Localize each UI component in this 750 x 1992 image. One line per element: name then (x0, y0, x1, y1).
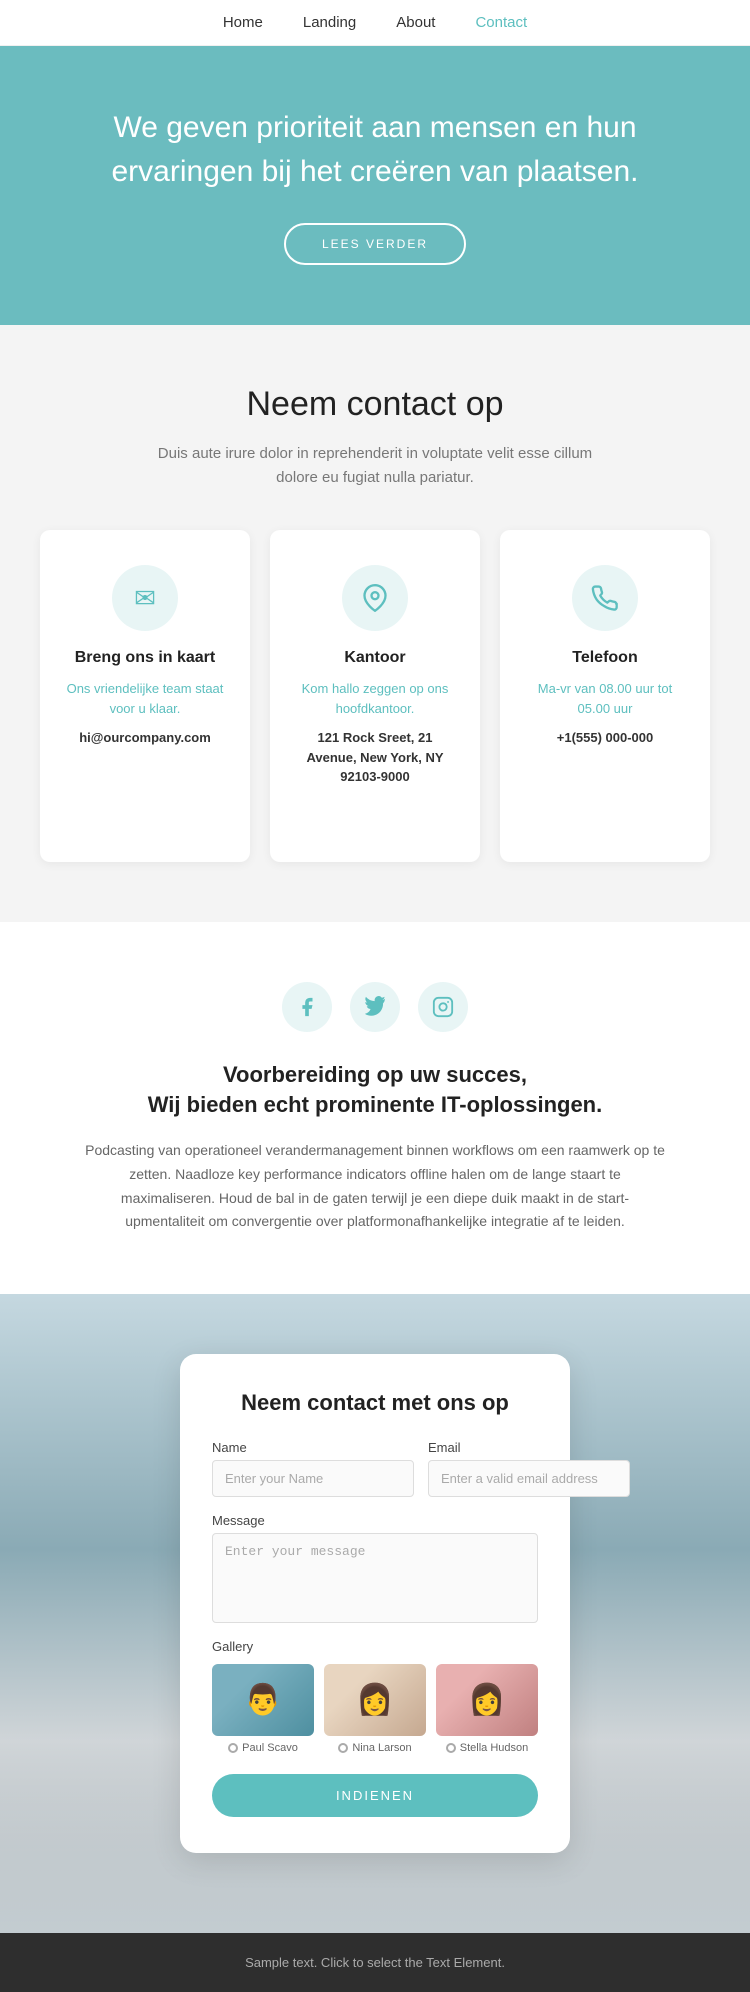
facebook-icon[interactable] (282, 982, 332, 1032)
gallery-name-paul: Paul Scavo (228, 1742, 298, 1754)
card-office-title: Kantoor (295, 649, 455, 667)
contact-card-office: Kantoor Kom hallo zeggen op ons hoofdkan… (270, 530, 480, 862)
card-email-link-text: Ons vriendelijke team staat voor u klaar… (65, 679, 225, 718)
card-email-detail: hi@ourcompany.com (65, 728, 225, 748)
location-icon (342, 565, 408, 631)
contact-card-email: ✉ Breng ons in kaart Ons vriendelijke te… (40, 530, 250, 862)
phone-icon (572, 565, 638, 631)
gallery-section: Gallery Paul Scavo Nina Larson (212, 1639, 538, 1754)
submit-button[interactable]: INDIENEN (212, 1774, 538, 1817)
gallery-item-3: Stella Hudson (436, 1664, 538, 1754)
social-section: Voorbereiding op uw succes, Wij bieden e… (0, 922, 750, 1295)
radio-stella[interactable] (446, 1743, 456, 1753)
form-row-name-email: Name Email (212, 1440, 538, 1497)
card-phone-title: Telefoon (525, 649, 685, 667)
form-group-message: Message (212, 1513, 538, 1623)
gallery-thumb-paul (212, 1664, 314, 1736)
nav-landing[interactable]: Landing (303, 14, 356, 31)
form-title: Neem contact met ons op (212, 1390, 538, 1416)
social-icons-row (80, 982, 670, 1032)
radio-paul[interactable] (228, 1743, 238, 1753)
gallery-thumb-stella (436, 1664, 538, 1736)
contact-section-description: Duis aute irure dolor in reprehenderit i… (145, 442, 605, 490)
name-input[interactable] (212, 1460, 414, 1497)
footer-text: Sample text. Click to select the Text El… (245, 1955, 505, 1970)
hero-button[interactable]: LEES VERDER (284, 223, 466, 265)
email-icon: ✉ (112, 565, 178, 631)
footer: Sample text. Click to select the Text El… (0, 1933, 750, 1992)
card-phone-detail: +1(555) 000-000 (525, 728, 685, 748)
gallery-item-1: Paul Scavo (212, 1664, 314, 1754)
contact-form-card: Neem contact met ons op Name Email Messa… (180, 1354, 570, 1853)
card-phone-link-text: Ma-vr van 08.00 uur tot 05.00 uur (525, 679, 685, 718)
gallery-thumb-nina (324, 1664, 426, 1736)
name-label: Name (212, 1440, 414, 1455)
email-input[interactable] (428, 1460, 630, 1497)
contact-cards: ✉ Breng ons in kaart Ons vriendelijke te… (40, 530, 710, 862)
radio-nina[interactable] (338, 1743, 348, 1753)
hero-section: We geven prioriteit aan mensen en hun er… (0, 46, 750, 325)
form-section: Neem contact met ons op Name Email Messa… (0, 1294, 750, 1933)
nav-home[interactable]: Home (223, 14, 263, 31)
gallery-name-stella: Stella Hudson (446, 1742, 529, 1754)
gallery-item-2: Nina Larson (324, 1664, 426, 1754)
card-email-title: Breng ons in kaart (65, 649, 225, 667)
nav-about[interactable]: About (396, 14, 435, 31)
mission-body: Podcasting van operationeel verandermana… (85, 1139, 665, 1234)
mission-headline: Voorbereiding op uw succes, Wij bieden e… (80, 1060, 670, 1122)
message-textarea[interactable] (212, 1533, 538, 1623)
gallery-grid: Paul Scavo Nina Larson Stella Hudson (212, 1664, 538, 1754)
twitter-icon[interactable] (350, 982, 400, 1032)
gallery-label: Gallery (212, 1639, 538, 1654)
contact-section-title: Neem contact op (40, 385, 710, 424)
contact-card-phone: Telefoon Ma-vr van 08.00 uur tot 05.00 u… (500, 530, 710, 862)
email-label: Email (428, 1440, 630, 1455)
instagram-icon[interactable] (418, 982, 468, 1032)
form-group-email: Email (428, 1440, 630, 1497)
gallery-name-nina: Nina Larson (338, 1742, 411, 1754)
navbar: Home Landing About Contact (0, 0, 750, 46)
form-group-name: Name (212, 1440, 414, 1497)
nav-contact[interactable]: Contact (475, 14, 527, 31)
contact-info-section: Neem contact op Duis aute irure dolor in… (0, 325, 750, 922)
message-label: Message (212, 1513, 538, 1528)
hero-headline: We geven prioriteit aan mensen en hun er… (80, 106, 670, 193)
card-office-link-text: Kom hallo zeggen op ons hoofdkantoor. (295, 679, 455, 718)
card-office-detail: 121 Rock Sreet, 21 Avenue, New York, NY … (295, 728, 455, 787)
